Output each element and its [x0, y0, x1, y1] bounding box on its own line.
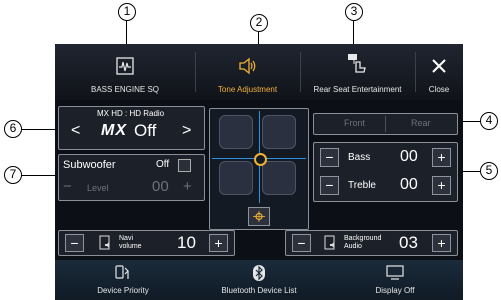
- bass-plus-button[interactable]: +: [432, 148, 451, 167]
- callout-3: 3: [345, 3, 363, 21]
- level-minus-button[interactable]: −: [63, 178, 72, 195]
- center-reset-button[interactable]: [248, 207, 270, 226]
- bass-label: Bass: [348, 152, 371, 163]
- seat-rear-left: [219, 161, 253, 195]
- level-plus-button[interactable]: +: [183, 178, 192, 195]
- center-target-icon: [253, 211, 265, 222]
- background-audio-panel: − Background Audio 03 +: [285, 230, 458, 256]
- bottom-bar: Device Priority Bluetooth Device List Di…: [55, 260, 463, 300]
- tab-label: Rear Seat Entertainment: [313, 85, 402, 94]
- front-rear-panel: Front Rear: [313, 113, 458, 135]
- hd-radio-panel: MX HD : HD Radio < MX Off >: [58, 106, 205, 150]
- treble-label: Treble: [348, 180, 376, 191]
- navi-minus-button[interactable]: −: [65, 234, 84, 252]
- navi-volume-label: Navi volume: [119, 235, 142, 250]
- seat-front-right: [262, 115, 296, 149]
- navi-volume-panel: − Navi volume 10 +: [58, 230, 235, 256]
- level-value: 00: [152, 178, 169, 195]
- bluetooth-device-list-label: Bluetooth Device List: [221, 286, 297, 295]
- callout-6-leader: [22, 129, 58, 130]
- hd-radio-title: MX HD : HD Radio: [97, 109, 165, 118]
- treble-minus-button[interactable]: −: [320, 176, 339, 195]
- background-audio-label: Background Audio: [344, 235, 382, 250]
- tab-rear-seat-entertainment[interactable]: Rear Seat Entertainment: [300, 44, 415, 100]
- device-priority-icon: [115, 265, 129, 279]
- bluetooth-icon: [253, 265, 265, 281]
- callout-5: 5: [480, 162, 498, 180]
- callout-6: 6: [4, 120, 22, 138]
- level-label: Level: [87, 183, 109, 193]
- speaker-icon: [239, 57, 256, 75]
- callout-2: 2: [250, 14, 268, 32]
- tab-bass-engine-sq[interactable]: BASS ENGINE SQ: [55, 44, 195, 100]
- display-off-label: Display Off: [375, 286, 415, 295]
- radio-prev-button[interactable]: <: [71, 122, 80, 140]
- treble-value: 00: [400, 176, 418, 193]
- seat-front-left: [219, 115, 253, 149]
- mx-status: Off: [134, 121, 157, 140]
- tab-tone-adjustment[interactable]: Tone Adjustment: [195, 44, 300, 100]
- subwoofer-toggle-label: Off: [156, 159, 170, 170]
- tab-label: Close: [428, 85, 450, 94]
- device-priority-label: Device Priority: [97, 286, 149, 295]
- callout-7-leader: [22, 175, 58, 176]
- rear-seat-icon: [348, 54, 366, 73]
- navi-volume-icon: [99, 235, 110, 250]
- callout-4: 4: [480, 112, 498, 130]
- close-icon: [432, 59, 446, 73]
- background-minus-button[interactable]: −: [292, 234, 311, 252]
- callout-1: 1: [118, 3, 136, 21]
- seat-rear-right: [262, 161, 296, 195]
- radio-next-button[interactable]: >: [182, 122, 191, 140]
- top-tab-bar: BASS ENGINE SQ Tone Adjustment Rear Seat…: [55, 44, 463, 100]
- display-off-button[interactable]: Display Off: [327, 260, 463, 300]
- callout-7: 7: [4, 166, 22, 184]
- treble-plus-button[interactable]: +: [432, 176, 451, 195]
- close-button[interactable]: Close: [415, 44, 463, 100]
- fader-position-marker[interactable]: [254, 153, 267, 166]
- background-audio-value: 03: [399, 233, 418, 252]
- display-icon: [386, 265, 404, 280]
- background-audio-icon: [324, 235, 335, 250]
- bluetooth-device-list-button[interactable]: Bluetooth Device List: [191, 260, 327, 300]
- mx-logo: MX: [101, 122, 127, 139]
- bass-minus-button[interactable]: −: [320, 148, 339, 167]
- tab-label: Tone Adjustment: [217, 85, 278, 94]
- front-rear-divider: [385, 116, 386, 132]
- device-priority-button[interactable]: Device Priority: [55, 260, 191, 300]
- balance-fader-panel[interactable]: [209, 108, 309, 230]
- rear-button[interactable]: Rear: [411, 118, 431, 128]
- tab-label: BASS ENGINE SQ: [90, 85, 160, 94]
- front-button[interactable]: Front: [344, 118, 365, 128]
- subwoofer-toggle[interactable]: [178, 159, 191, 172]
- head-unit-screen: BASS ENGINE SQ Tone Adjustment Rear Seat…: [55, 44, 463, 300]
- subwoofer-label: Subwoofer: [63, 159, 116, 171]
- navi-volume-value: 10: [177, 233, 196, 252]
- navi-plus-button[interactable]: +: [209, 234, 228, 252]
- background-plus-button[interactable]: +: [432, 234, 451, 252]
- subwoofer-panel: Subwoofer Off − Level 00 +: [58, 154, 205, 201]
- waveform-icon: [116, 57, 134, 75]
- bass-treble-panel: − Bass 00 + − Treble 00 +: [313, 142, 458, 202]
- bass-value: 00: [400, 148, 418, 165]
